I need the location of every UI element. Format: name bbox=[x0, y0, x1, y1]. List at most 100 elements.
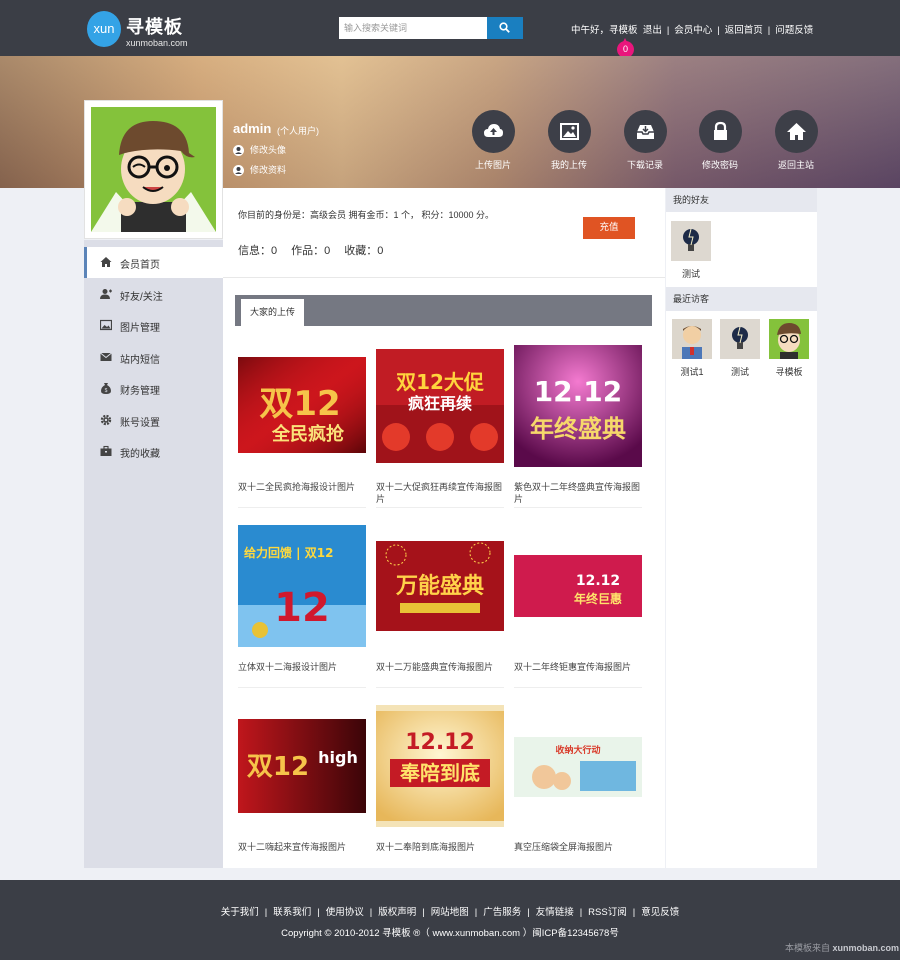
upload-caption[interactable]: 立体双十二海报设计图片 bbox=[238, 661, 366, 673]
divider bbox=[376, 687, 504, 688]
change-password-button[interactable]: 修改密码 bbox=[690, 110, 750, 171]
svg-text:12.12: 12.12 bbox=[405, 730, 475, 755]
stat-works: 作品：0 bbox=[291, 245, 331, 257]
stat-favorites: 收藏：0 bbox=[344, 245, 384, 257]
visitor-item[interactable]: 测试1 bbox=[671, 319, 713, 378]
avatar[interactable] bbox=[84, 100, 223, 239]
upload-thumbnail[interactable]: 双12大促 疯狂再续 bbox=[376, 345, 504, 467]
feedback-link[interactable]: 问题反馈 bbox=[775, 25, 813, 36]
svg-text:年终盛典: 年终盛典 bbox=[530, 415, 626, 443]
footer-link[interactable]: 友情链接 bbox=[536, 907, 574, 918]
sidebar-item-friends[interactable]: 好友/关注 bbox=[84, 279, 223, 310]
watermark: 本模板来自 xunmoban.com bbox=[785, 941, 899, 954]
watermark-prefix: 本模板来自 bbox=[785, 943, 831, 953]
upload-caption[interactable]: 紫色双十二年终盛典宣传海报图片 bbox=[514, 481, 642, 505]
upload-thumbnail[interactable]: 12.12 奉陪到底 bbox=[376, 705, 504, 827]
bulb-avatar[interactable] bbox=[720, 319, 760, 359]
logo-name[interactable]: 寻模板 bbox=[126, 13, 183, 39]
visitors-header: 最近访客 bbox=[666, 287, 817, 311]
upload-caption[interactable]: 双十二嗨起来宣传海报图片 bbox=[238, 841, 366, 853]
svg-text:双12: 双12 bbox=[259, 384, 340, 424]
upload-card[interactable]: 给力回馈 | 双12 12 立体双十二海报设计图片 bbox=[238, 525, 366, 688]
man-avatar[interactable] bbox=[672, 319, 712, 359]
download-history-button[interactable]: 下载记录 bbox=[615, 110, 675, 171]
upload-caption[interactable]: 双十二奉陪到底海报图片 bbox=[376, 841, 504, 853]
member-center-link[interactable]: 会员中心 bbox=[674, 25, 712, 36]
picture-icon bbox=[100, 319, 112, 331]
upload-image-button[interactable]: 上传图片 bbox=[463, 110, 523, 171]
back-to-main-button[interactable]: 返回主站 bbox=[766, 110, 826, 171]
search-icon bbox=[499, 22, 510, 33]
upload-caption[interactable]: 双十二全民疯抢海报设计图片 bbox=[238, 481, 366, 493]
footer-link[interactable]: 意见反馈 bbox=[641, 907, 679, 918]
user-links: 中午好，寻模板 退出 | 会员中心 | 返回首页 | 问题反馈 bbox=[571, 25, 814, 36]
upload-caption[interactable]: 双十二大促疯狂再续宣传海报图片 bbox=[376, 481, 504, 505]
tab-everyone-uploads[interactable]: 大家的上传 bbox=[241, 299, 304, 326]
upload-card[interactable]: 收纳大行动 真空压缩袋全屏海报图片 bbox=[514, 705, 642, 852]
upload-card[interactable]: 双12 全民疯抢 双十二全民疯抢海报设计图片 bbox=[238, 345, 366, 508]
envelope-icon bbox=[100, 352, 112, 361]
upload-card[interactable]: 12.12 奉陪到底 双十二奉陪到底海报图片 bbox=[376, 705, 504, 852]
svg-text:12.12: 12.12 bbox=[534, 375, 623, 408]
sidebar-item-messages[interactable]: 站内短信 bbox=[84, 342, 223, 373]
footer-link[interactable]: 关于我们 bbox=[221, 907, 259, 918]
footer-link[interactable]: RSS订阅 bbox=[588, 907, 627, 918]
upload-card[interactable]: 双12 high 双十二嗨起来宣传海报图片 bbox=[238, 705, 366, 852]
greeting: 中午好， bbox=[571, 25, 610, 36]
upload-thumbnail[interactable]: 给力回馈 | 双12 12 bbox=[238, 525, 366, 647]
upload-caption[interactable]: 真空压缩袋全屏海报图片 bbox=[514, 841, 642, 853]
upload-thumbnail[interactable]: 12.12 年终巨惠 bbox=[514, 525, 642, 647]
svg-text:奉陪到底: 奉陪到底 bbox=[399, 761, 480, 785]
upload-card[interactable]: 万能盛典 双十二万能盛典宣传海报图片 bbox=[376, 525, 504, 688]
bulb-avatar[interactable] bbox=[671, 221, 711, 261]
visitor-item[interactable]: 测试 bbox=[719, 319, 761, 378]
logo-mark[interactable]: xun bbox=[87, 11, 121, 47]
footer-link[interactable]: 广告服务 bbox=[483, 907, 521, 918]
stat-messages: 信息：0 bbox=[238, 245, 278, 257]
footer-link[interactable]: 联系我们 bbox=[273, 907, 311, 918]
search-button[interactable] bbox=[487, 17, 523, 39]
upload-thumbnail[interactable]: 收纳大行动 bbox=[514, 705, 642, 827]
current-user-link[interactable]: 寻模板 bbox=[609, 25, 638, 36]
upload-caption[interactable]: 双十二万能盛典宣传海报图片 bbox=[376, 661, 504, 673]
sidebar-item-member-home[interactable]: 会员首页 bbox=[84, 247, 223, 278]
footer-link[interactable]: 使用协议 bbox=[326, 907, 364, 918]
svg-text:双12大促: 双12大促 bbox=[396, 370, 485, 394]
visitor-item[interactable]: 寻模板 bbox=[768, 319, 810, 378]
upload-card[interactable]: 12.12 年终巨惠 双十二年终钜惠宣传海报图片 bbox=[514, 525, 642, 688]
logout-link[interactable]: 退出 bbox=[643, 25, 662, 36]
friend-item[interactable]: 测试 bbox=[670, 221, 712, 280]
sidebar-item-account-settings[interactable]: 账号设置 bbox=[84, 405, 223, 436]
visitor-name[interactable]: 寻模板 bbox=[768, 365, 810, 378]
upload-thumbnail[interactable]: 双12 全民疯抢 bbox=[238, 345, 366, 467]
upload-thumbnail[interactable]: 12.12 年终盛典 bbox=[514, 345, 642, 467]
upload-thumbnail[interactable]: 双12 high bbox=[238, 705, 366, 827]
friend-name[interactable]: 测试 bbox=[670, 267, 712, 280]
visitor-name[interactable]: 测试 bbox=[719, 365, 761, 378]
svg-text:$: $ bbox=[105, 388, 108, 394]
upload-caption[interactable]: 双十二年终钜惠宣传海报图片 bbox=[514, 661, 642, 673]
change-avatar-link[interactable]: 修改头像 bbox=[233, 143, 286, 157]
cloud-upload-icon bbox=[483, 124, 503, 137]
sidebar-item-label: 账号设置 bbox=[120, 418, 160, 429]
upload-card[interactable]: 12.12 年终盛典 紫色双十二年终盛典宣传海报图片 bbox=[514, 345, 642, 508]
member-status: 你目前的身份是：高级会员 拥有金币：1 个， 积分：10000 分。 bbox=[238, 210, 495, 220]
logo-url: xunmoban.com bbox=[126, 38, 188, 48]
home-link[interactable]: 返回首页 bbox=[725, 25, 763, 36]
upload-card[interactable]: 双12大促 疯狂再续 双十二大促疯狂再续宣传海报图片 bbox=[376, 345, 504, 508]
my-uploads-button[interactable]: 我的上传 bbox=[539, 110, 599, 171]
visitor-name[interactable]: 测试1 bbox=[671, 365, 713, 378]
sidebar-item-favorites[interactable]: 我的收藏 bbox=[84, 436, 223, 467]
upload-thumbnail[interactable]: 万能盛典 bbox=[376, 525, 504, 647]
search-input[interactable] bbox=[339, 17, 487, 39]
sidebar-item-label: 图片管理 bbox=[120, 323, 160, 334]
recharge-button[interactable]: 充值 bbox=[583, 217, 635, 239]
sidebar-item-images[interactable]: 图片管理 bbox=[84, 310, 223, 341]
divider bbox=[238, 687, 366, 688]
edit-profile-link[interactable]: 修改资料 bbox=[233, 163, 286, 177]
user-icon bbox=[233, 145, 244, 157]
footer-link[interactable]: 版权声明 bbox=[378, 907, 416, 918]
sidebar-item-finance[interactable]: $ 财务管理 bbox=[84, 373, 223, 404]
footer-link[interactable]: 网站地图 bbox=[431, 907, 469, 918]
cartoon-avatar[interactable] bbox=[769, 319, 809, 359]
